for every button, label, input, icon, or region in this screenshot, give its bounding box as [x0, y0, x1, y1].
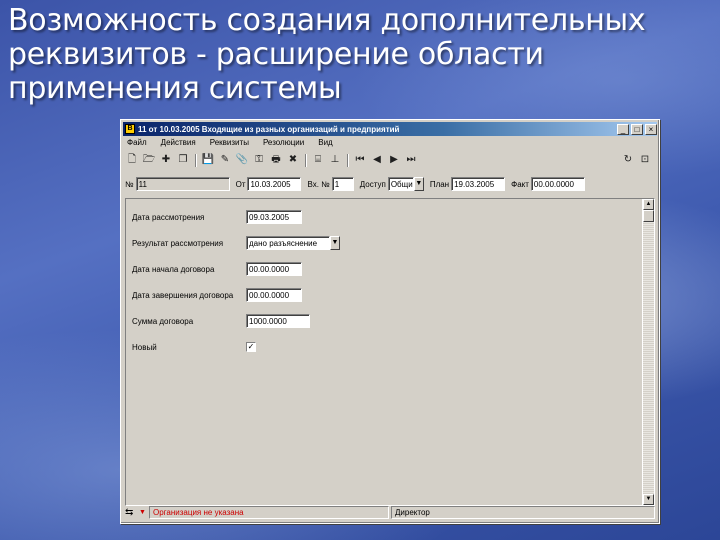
menu-file[interactable]: Файл	[125, 138, 149, 150]
from-label: От	[235, 179, 246, 189]
incoming-number-field[interactable]: 1	[331, 177, 354, 191]
slide-title: Возможность создания дополнительных рекв…	[8, 4, 708, 106]
last-record-icon[interactable]: ⏭	[404, 153, 418, 167]
field-row-new: Новый ✓	[132, 339, 256, 355]
status-organization: Организация не указана	[149, 505, 389, 519]
menu-view[interactable]: Вид	[316, 138, 334, 150]
copy-icon[interactable]: ❐	[176, 153, 190, 167]
field-row-contract-start: Дата начала договора 00.00.0000	[132, 261, 302, 277]
chevron-down-icon[interactable]: ▼	[139, 509, 149, 516]
toolbar-separator	[305, 153, 307, 167]
new-label: Новый	[132, 342, 157, 352]
open-icon[interactable]: 🗁	[142, 153, 156, 167]
scan-icon[interactable]: ⌸	[311, 153, 325, 167]
minimize-button[interactable]: _	[617, 123, 629, 135]
toolbar-separator	[347, 153, 349, 167]
incoming-number-label: Вх. №	[307, 179, 330, 189]
new-doc-icon[interactable]: 🗋	[125, 153, 139, 167]
first-record-icon[interactable]: ⏮	[353, 153, 367, 167]
plan-date-field[interactable]: 19.03.2005	[451, 177, 506, 191]
contract-end-field[interactable]: 00.00.0000	[246, 288, 302, 302]
app-icon: В	[125, 124, 135, 134]
status-bar: ⇆ ▼ Организация не указана Директор	[125, 505, 655, 519]
new-checkbox[interactable]: ✓	[246, 342, 256, 352]
contract-sum-label: Сумма договора	[132, 316, 194, 326]
switch-icon[interactable]: ⇆	[125, 507, 139, 518]
slide-title-line-2: реквизитов - расширение области	[8, 37, 544, 72]
status-signer: Директор	[391, 505, 655, 519]
access-select[interactable]: Общий	[387, 177, 414, 191]
review-result-label: Результат рассмотрения	[132, 238, 224, 248]
access-label: Доступ	[359, 179, 386, 189]
route-icon[interactable]: ⊥	[328, 153, 342, 167]
fact-label: Факт	[511, 179, 529, 189]
fact-date-field[interactable]: 00.00.0000	[530, 177, 585, 191]
header-row: № 11 От 10.03.2005 Вх. № 1 Доступ Общий▼…	[125, 176, 655, 192]
chevron-down-icon[interactable]: ▼	[413, 177, 424, 191]
from-date-field[interactable]: 10.03.2005	[247, 177, 302, 191]
menu-attributes[interactable]: Реквизиты	[208, 138, 251, 150]
prev-record-icon[interactable]: ◀	[370, 153, 384, 167]
menu-actions[interactable]: Действия	[159, 138, 198, 150]
print-icon[interactable]: 🖶	[269, 153, 283, 167]
edit-icon[interactable]: ✎	[218, 153, 232, 167]
delete-icon[interactable]: ✖	[286, 153, 300, 167]
plan-label: План	[429, 179, 450, 189]
field-row-contract-end: Дата завершения договора 00.00.0000	[132, 287, 302, 303]
scroll-thumb[interactable]	[643, 210, 654, 222]
window-titlebar[interactable]: В 11 от 10.03.2005 Входящие из разных ор…	[123, 122, 657, 136]
field-row-review-result: Результат рассмотрения дано разъяснение ▼	[132, 235, 340, 251]
contract-start-field[interactable]: 00.00.0000	[246, 262, 302, 276]
slide-title-line-3: применения системы	[8, 71, 342, 106]
contract-end-label: Дата завершения договора	[132, 290, 234, 300]
window-title: 11 от 10.03.2005 Входящие из разных орга…	[138, 124, 400, 134]
menu-resolutions[interactable]: Резолюции	[261, 138, 306, 150]
attach-icon[interactable]: 📎	[235, 153, 249, 167]
vertical-scrollbar[interactable]: ▲ ▼	[642, 199, 654, 505]
toolbar-separator	[195, 153, 197, 167]
save-icon[interactable]: 💾	[201, 153, 215, 167]
number-label: №	[125, 179, 134, 189]
chevron-down-icon[interactable]: ▼	[330, 236, 340, 250]
close-button[interactable]: ×	[645, 123, 657, 135]
maximize-button[interactable]: □	[631, 123, 643, 135]
contract-start-label: Дата начала договора	[132, 264, 215, 274]
review-date-field[interactable]: 09.03.2005	[246, 210, 302, 224]
menu-bar: Файл Действия Реквизиты Резолюции Вид	[125, 138, 335, 150]
document-window: В 11 от 10.03.2005 Входящие из разных ор…	[120, 119, 660, 524]
contract-sum-field[interactable]: 1000.0000	[246, 314, 310, 328]
attributes-panel: Дата рассмотрения 09.03.2005 Результат р…	[125, 198, 655, 506]
field-row-review-date: Дата рассмотрения 09.03.2005	[132, 209, 302, 225]
add-icon[interactable]: ✚	[159, 153, 173, 167]
next-record-icon[interactable]: ▶	[387, 153, 401, 167]
scroll-up-icon[interactable]: ▲	[643, 199, 654, 210]
number-field[interactable]: 11	[135, 177, 230, 191]
scroll-down-icon[interactable]: ▼	[643, 494, 654, 505]
pin-icon[interactable]: ⊡	[638, 153, 652, 167]
field-row-contract-sum: Сумма договора 1000.0000	[132, 313, 310, 329]
review-result-select[interactable]: дано разъяснение	[246, 236, 330, 250]
toolbar: 🗋 🗁 ✚ ❐ 💾 ✎ 📎 ⚿ 🖶 ✖ ⌸ ⊥ ⏮ ◀ ▶ ⏭ ↻ ⊡	[125, 152, 655, 168]
review-date-label: Дата рассмотрения	[132, 212, 205, 222]
key-icon[interactable]: ⚿	[252, 153, 266, 167]
slide-title-line-1: Возможность создания дополнительных	[8, 3, 646, 38]
refresh-icon[interactable]: ↻	[621, 153, 635, 167]
